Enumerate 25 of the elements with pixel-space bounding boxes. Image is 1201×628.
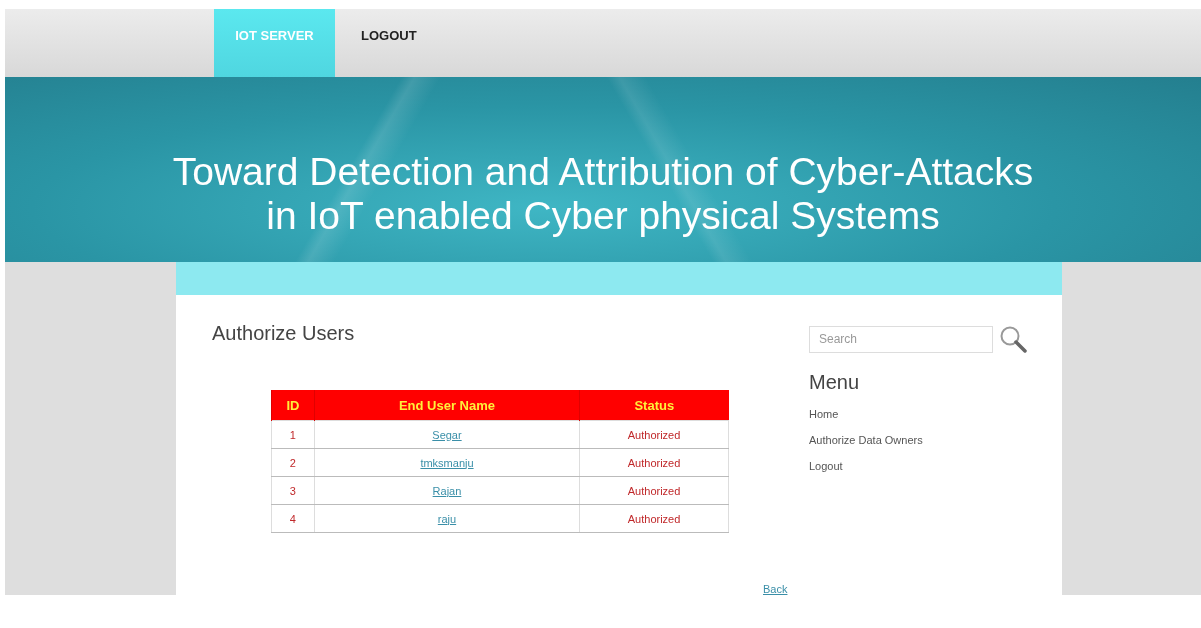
column-header: End User Name xyxy=(314,390,580,421)
column-header: ID xyxy=(271,390,315,421)
menu-item[interactable]: Home xyxy=(809,408,1027,420)
status-cell: Authorized xyxy=(579,448,729,477)
id-cell: 2 xyxy=(271,448,315,477)
user-name-link[interactable]: Segar xyxy=(432,428,462,441)
menu-title: Menu xyxy=(809,371,861,394)
id-cell: 4 xyxy=(271,504,315,533)
search-field[interactable]: Search xyxy=(809,325,993,353)
status-cell: Authorized xyxy=(579,420,729,449)
id-cell: 3 xyxy=(271,476,315,505)
user-name-link[interactable]: raju xyxy=(437,512,457,525)
back-link[interactable]: Back xyxy=(763,583,788,595)
column-header: Status xyxy=(579,390,729,421)
menu-item[interactable]: Authorize Data Owners xyxy=(809,434,1027,446)
search-icon[interactable] xyxy=(999,325,1027,353)
page-heading: Authorize Users xyxy=(212,322,356,345)
id-cell: 1 xyxy=(271,420,315,449)
menu-item[interactable]: Logout xyxy=(809,460,1027,472)
user-name-link[interactable]: Rajan xyxy=(432,484,462,497)
nav-tab[interactable]: LOGOUT xyxy=(335,9,417,77)
user-name-link[interactable]: tmksmanju xyxy=(420,456,474,469)
status-cell: Authorized xyxy=(579,476,729,505)
banner-title: Toward Detection and Attribution of Cyber-Attacks in IoT enabled Cyber physical Systems xyxy=(171,150,1035,238)
status-cell: Authorized xyxy=(579,504,729,533)
